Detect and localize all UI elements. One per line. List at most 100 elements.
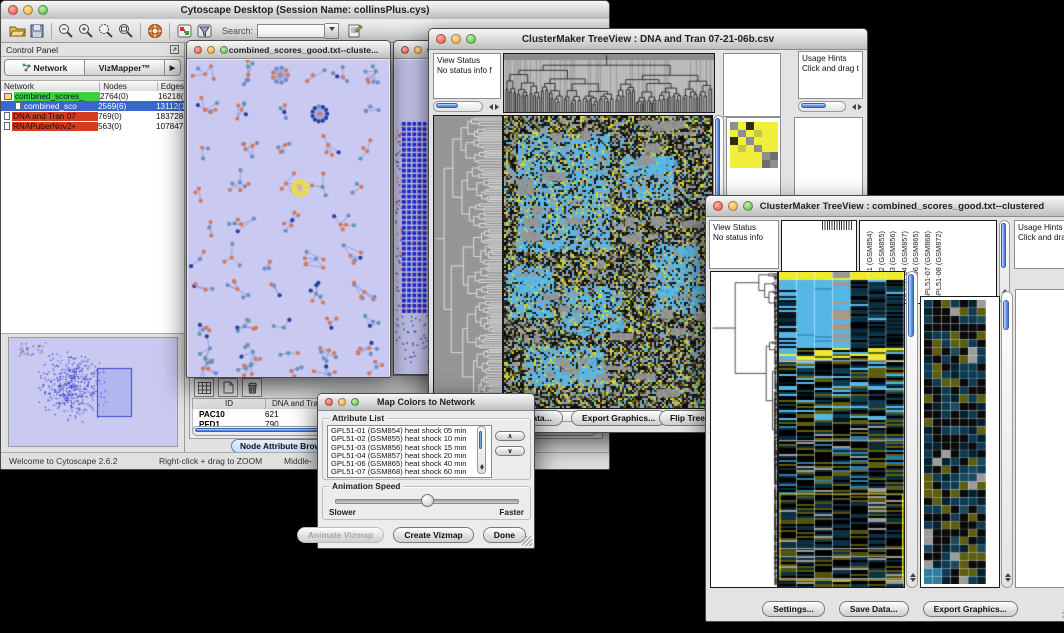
close-button[interactable] [436, 34, 446, 44]
tv2-genelist-vscrollbar[interactable] [1001, 291, 1013, 588]
matrix-cell[interactable] [738, 137, 746, 145]
treeview1-titlebar[interactable]: ClusterMaker TreeView : DNA and Tran 07-… [429, 29, 867, 50]
close-button[interactable] [8, 5, 18, 15]
tv1-export-graphics-button[interactable]: Export Graphics... [571, 410, 666, 426]
network-overview-canvas[interactable] [9, 338, 175, 444]
tv1-column-dendrogram[interactable] [503, 53, 715, 113]
matrix-cell[interactable] [730, 137, 738, 145]
matrix-cell[interactable] [762, 152, 770, 160]
dialog-button[interactable]: Create Vizmap [393, 527, 473, 543]
matrix-cell[interactable] [746, 152, 754, 160]
report-icon[interactable] [345, 22, 365, 40]
network1-canvas[interactable] [188, 60, 389, 377]
tv2-zoom-heatmap-canvas[interactable] [924, 300, 986, 584]
delete-attribute-trash-icon[interactable] [242, 378, 262, 397]
scroll-thumb[interactable] [908, 274, 914, 337]
attribute-list-item[interactable]: GPL51-04 (GSM857) heat shock 20 min [331, 452, 491, 460]
treeview2-titlebar[interactable]: ClusterMaker TreeView : combined_scores_… [706, 196, 1064, 217]
filter-icon[interactable] [194, 22, 214, 40]
minimize-button[interactable] [23, 5, 33, 15]
scroll-arrows[interactable] [849, 104, 865, 110]
matrix-cell[interactable] [730, 145, 738, 153]
attribute-list-item[interactable]: GPL51-07 (GSM868) heat shock 60 min [331, 468, 491, 476]
matrix-cell[interactable] [746, 145, 754, 153]
zoom-button[interactable] [743, 201, 753, 211]
scroll-thumb[interactable] [479, 431, 482, 449]
network-list-item[interactable]: RNAPuberNov2+ 563(0) 107847(0) [1, 121, 184, 131]
dialog-button[interactable]: Animate Vizmap [297, 527, 385, 543]
matrix-cell[interactable] [754, 130, 762, 138]
tv1-similarity-matrix[interactable] [730, 122, 778, 168]
attribute-list-item[interactable]: GPL51-02 (GSM855) heat shock 10 min [331, 435, 491, 443]
matrix-cell[interactable] [762, 137, 770, 145]
move-down-button[interactable]: ∨ [495, 446, 525, 456]
network-list[interactable]: combined_scores_ 2764(0) 16218(0) combin… [1, 91, 184, 334]
matrix-cell[interactable] [762, 160, 770, 168]
network-overview-thumbnail[interactable] [8, 337, 178, 447]
col-header-nodes[interactable]: Nodes [100, 82, 158, 91]
tv1-column-dendrogram-canvas[interactable] [504, 54, 714, 112]
matrix-cell[interactable] [730, 130, 738, 138]
scroll-thumb[interactable] [801, 103, 826, 108]
tv2-heatmap-vscrollbar[interactable] [906, 271, 918, 588]
network1-titlebar[interactable]: combined_scores_good.txt--cluste... [187, 41, 390, 59]
minimize-button[interactable] [338, 398, 346, 406]
matrix-cell[interactable] [770, 145, 778, 153]
network-list-item[interactable]: combined_scores_ 2764(0) 16218(0) [1, 91, 184, 101]
matrix-cell[interactable] [746, 137, 754, 145]
matrix-cell[interactable] [738, 160, 746, 168]
matrix-cell[interactable] [770, 160, 778, 168]
tv2-heatmap[interactable] [778, 271, 905, 588]
matrix-cell[interactable] [754, 152, 762, 160]
matrix-cell[interactable] [730, 122, 738, 130]
matrix-cell[interactable] [738, 122, 746, 130]
help-lifesaver-icon[interactable] [145, 22, 165, 40]
dialog-titlebar[interactable]: Map Colors to Network [318, 394, 534, 411]
save-icon[interactable] [27, 22, 47, 40]
main-titlebar[interactable]: Cytoscape Desktop (Session Name: collins… [1, 1, 609, 20]
id-column-header[interactable]: ID [193, 399, 266, 409]
tv2-heatmap-canvas[interactable] [779, 272, 904, 587]
attribute-list[interactable]: GPL51-01 (GSM854) heat shock 05 minGPL51… [327, 425, 492, 478]
select-attributes-icon[interactable] [194, 378, 214, 397]
matrix-cell[interactable] [738, 145, 746, 153]
matrix-cell[interactable] [770, 152, 778, 160]
matrix-cell[interactable] [746, 130, 754, 138]
tab-network[interactable]: Network [4, 59, 85, 76]
minimize-button[interactable] [728, 201, 738, 211]
matrix-cell[interactable] [770, 130, 778, 138]
tv2-save-data-button[interactable]: Save Data... [839, 601, 909, 617]
col-header-edges[interactable]: Edges [158, 82, 184, 91]
matrix-cell[interactable] [738, 130, 746, 138]
col-header-network[interactable]: Network [1, 82, 100, 91]
matrix-cell[interactable] [754, 145, 762, 153]
close-button[interactable] [194, 46, 202, 54]
matrix-cell[interactable] [730, 152, 738, 160]
minimize-button[interactable] [451, 34, 461, 44]
close-button[interactable] [325, 398, 333, 406]
annotation-icon[interactable] [174, 22, 194, 40]
tv2-row-dendrogram-canvas[interactable] [711, 272, 777, 587]
tv1-heatmap[interactable] [503, 115, 713, 409]
scroll-arrows[interactable] [910, 570, 916, 585]
zoom-button[interactable] [466, 34, 476, 44]
network-list-item[interactable]: DNA and Tran 07 769(0) 183728(0) [1, 111, 184, 121]
zoom-fit-icon[interactable] [116, 22, 136, 40]
scroll-thumb[interactable] [436, 103, 458, 108]
zoom-button[interactable] [220, 46, 228, 54]
close-button[interactable] [401, 46, 409, 54]
scroll-arrows[interactable] [1005, 570, 1011, 585]
minimize-button[interactable] [207, 46, 215, 54]
attribute-list-item[interactable]: GPL51-01 (GSM854) heat shock 05 min [331, 427, 491, 435]
matrix-cell[interactable] [746, 160, 754, 168]
new-attribute-icon[interactable] [218, 378, 238, 397]
tab-overflow[interactable]: ▶ [165, 59, 181, 76]
zoom-in-icon[interactable] [76, 22, 96, 40]
zoom-button[interactable] [351, 398, 359, 406]
tv1-heatmap-canvas[interactable] [504, 116, 712, 408]
scroll-arrows[interactable] [486, 104, 502, 110]
tv2-gene-list[interactable] [1015, 289, 1064, 588]
matrix-cell[interactable] [730, 160, 738, 168]
matrix-cell[interactable] [754, 160, 762, 168]
resize-grip[interactable] [522, 536, 532, 546]
